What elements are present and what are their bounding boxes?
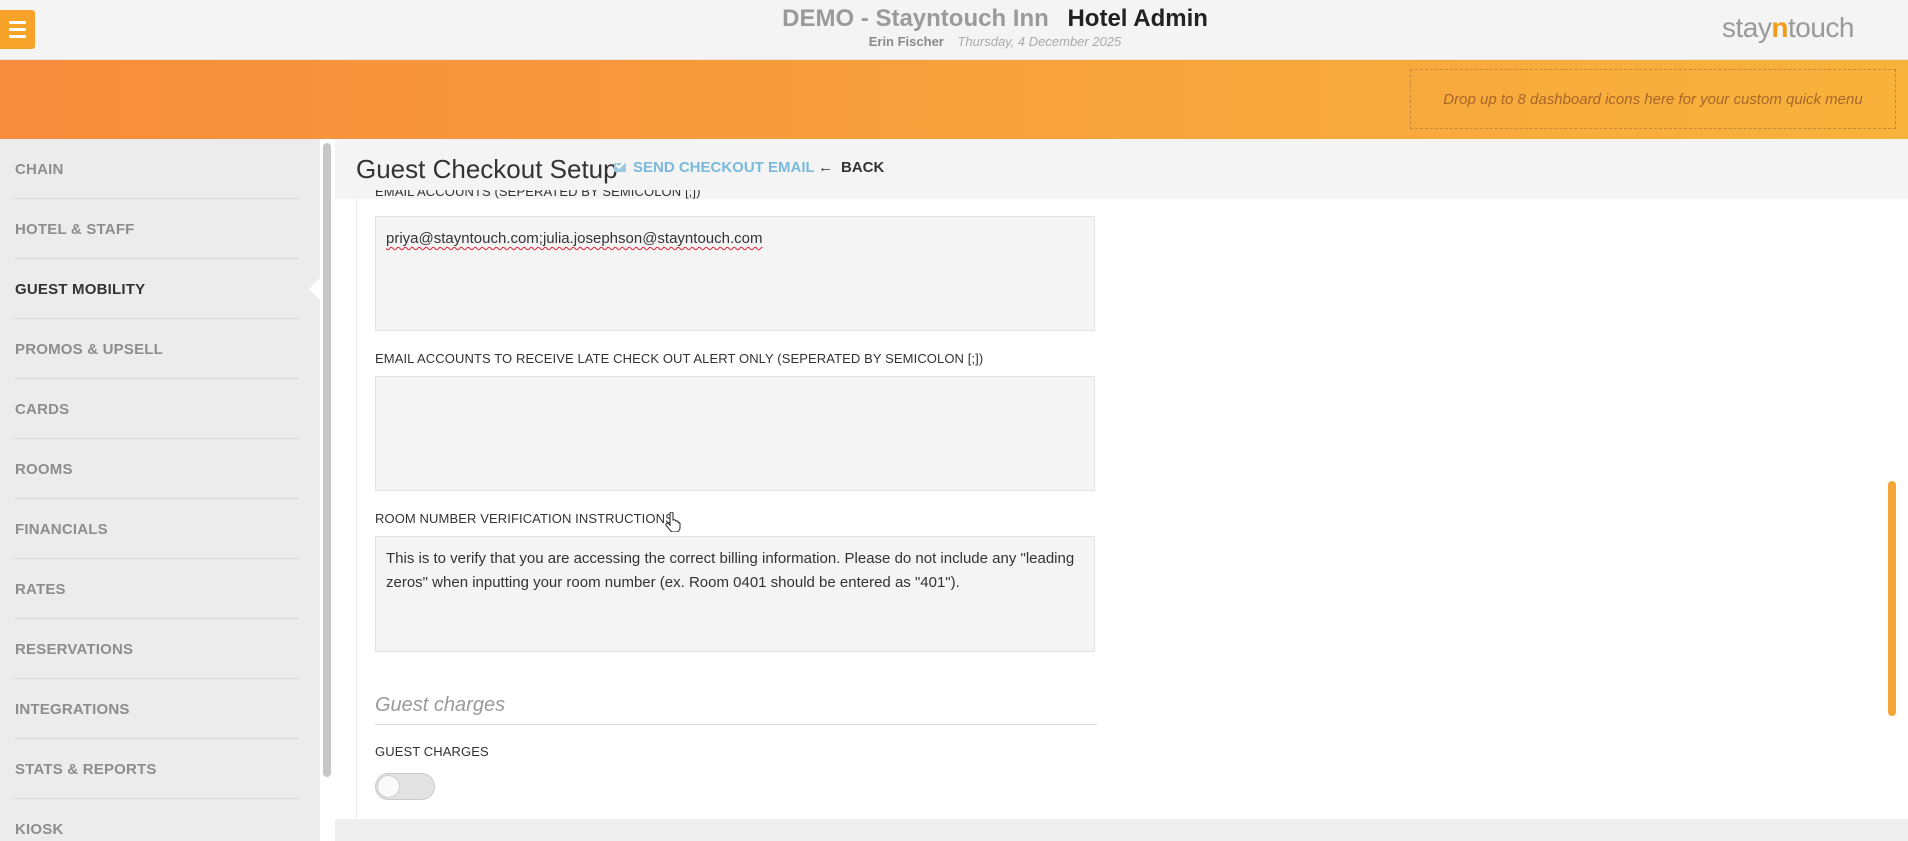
email-accounts-field[interactable]: priya@stayntouch.com;julia.josephson@sta… — [375, 216, 1095, 331]
guest-charges-heading: Guest charges — [375, 694, 506, 716]
sidebar-item-label: CARDS — [15, 400, 70, 418]
sidebar-item-guest-mobility[interactable]: GUEST MOBILITY — [0, 259, 300, 319]
sidebar-item-promos-upsell[interactable]: PROMOS & UPSELL — [0, 319, 300, 379]
sidebar-item-label: KIOSK — [15, 820, 64, 838]
room-verification-label: ROOM NUMBER VERIFICATION INSTRUCTIONS — [375, 511, 674, 526]
sidebar-item-label: STATS & REPORTS — [15, 760, 157, 778]
late-checkout-alert-label: EMAIL ACCOUNTS TO RECEIVE LATE CHECK OUT… — [375, 351, 984, 366]
sidebar-item-integrations[interactable]: INTEGRATIONS — [0, 679, 300, 739]
sidebar-item-chain[interactable]: CHAIN — [0, 139, 300, 199]
sidebar-item-rates[interactable]: RATES — [0, 559, 300, 619]
email-accounts-label: EMAIL ACCOUNTS (SEPERATED BY SEMICOLON [… — [375, 190, 701, 199]
top-header: DEMO - Stayntouch Inn Hotel Admin Erin F… — [0, 0, 1908, 60]
quick-menu-placeholder: Drop up to 8 dashboard icons here for yo… — [1443, 90, 1863, 108]
sidebar-item-label: HOTEL & STAFF — [15, 220, 135, 238]
sidebar-item-label: RATES — [15, 580, 66, 598]
sidebar-item-label: INTEGRATIONS — [15, 700, 130, 718]
arrow-left-icon: ← — [818, 159, 833, 176]
back-label: BACK — [841, 159, 885, 176]
hotel-name: DEMO - Stayntouch Inn — [782, 5, 1049, 32]
room-verification-value: This is to verify that you are accessing… — [386, 550, 1075, 591]
email-accounts-value: priya@stayntouch.com;julia.josephson@sta… — [386, 230, 763, 247]
sidebar-item-label: PROMOS & UPSELL — [15, 340, 164, 358]
main-scroll-thumb[interactable] — [1888, 481, 1896, 716]
back-button[interactable]: ← BACK — [818, 159, 884, 176]
sidebar-item-label: ROOMS — [15, 460, 73, 478]
section-divider — [375, 724, 1097, 725]
toggle-knob — [377, 775, 400, 798]
hand-cursor-icon — [665, 512, 681, 532]
sidebar-item-reservations[interactable]: RESERVATIONS — [0, 619, 300, 679]
user-name: Erin Fischer — [868, 34, 944, 49]
send-checkout-email-button[interactable]: SEND CHECKOUT EMAIL — [614, 159, 815, 176]
sidebar-item-label: CHAIN — [15, 160, 64, 178]
guest-charges-label: GUEST CHARGES — [375, 744, 489, 759]
sidebar-item-stats-reports[interactable]: STATS & REPORTS — [0, 739, 300, 799]
title-block: DEMO - Stayntouch Inn Hotel Admin Erin F… — [0, 4, 1908, 50]
footer-strip — [335, 819, 1908, 841]
room-verification-field[interactable]: This is to verify that you are accessing… — [375, 536, 1095, 652]
guest-charges-toggle[interactable] — [375, 773, 435, 800]
sidebar-item-hotel-staff[interactable]: HOTEL & STAFF — [0, 199, 300, 259]
quick-menu-drop-zone[interactable]: Drop up to 8 dashboard icons here for yo… — [1410, 69, 1896, 129]
business-date: Thursday, 4 December 2025 — [957, 34, 1122, 49]
stayntouch-logo: stayntouch — [1722, 12, 1854, 43]
late-checkout-alert-field[interactable] — [375, 376, 1095, 491]
send-checkout-email-label: SEND CHECKOUT EMAIL — [633, 159, 815, 176]
sidebar-item-financials[interactable]: FINANCIALS — [0, 499, 300, 559]
app-name: Hotel Admin — [1067, 5, 1208, 32]
sidebar-item-kiosk[interactable]: KIOSK — [0, 799, 300, 841]
sidebar-item-cards[interactable]: CARDS — [0, 379, 300, 439]
active-item-indicator — [309, 278, 320, 300]
sidebar-item-label: RESERVATIONS — [15, 640, 134, 658]
sidebar-item-label: GUEST MOBILITY — [15, 280, 146, 298]
envelope-icon — [614, 163, 626, 172]
admin-sidebar: CHAIN HOTEL & STAFF GUEST MOBILITY PROMO… — [0, 139, 320, 841]
page-title: Guest Checkout Setup — [356, 154, 618, 184]
sidebar-item-rooms[interactable]: ROOMS — [0, 439, 300, 499]
sidebar-scroll-thumb[interactable] — [323, 143, 331, 777]
sidebar-item-label: FINANCIALS — [15, 520, 108, 538]
